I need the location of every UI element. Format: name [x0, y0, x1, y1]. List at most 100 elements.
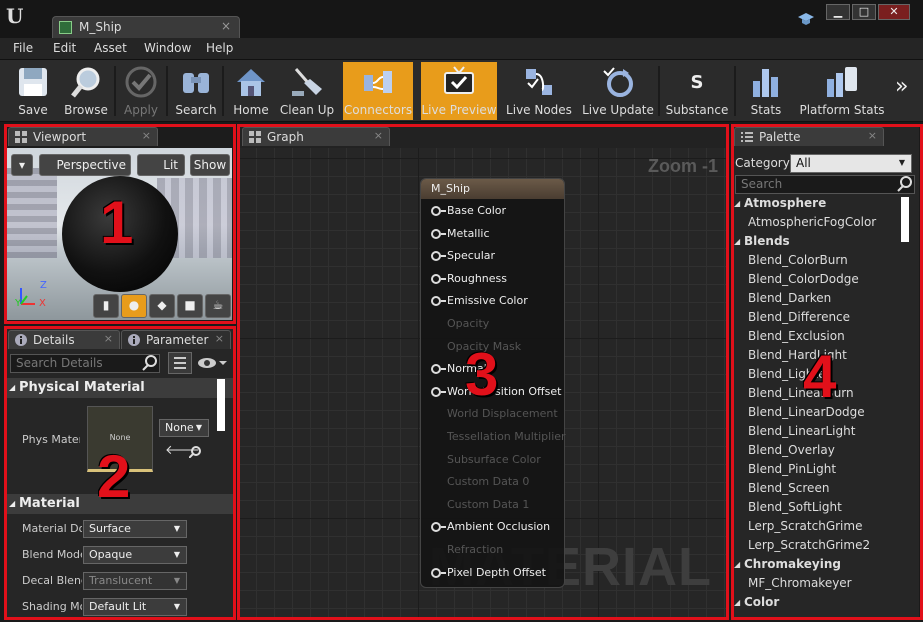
node-input-pin[interactable]: Metallic — [431, 224, 490, 244]
search-button[interactable]: Search — [172, 62, 220, 120]
shading-model-dropdown[interactable]: Default Lit ▼ — [83, 598, 187, 616]
toolbar-overflow-button[interactable]: » — [895, 74, 908, 99]
live-update-button[interactable]: Live Update — [582, 62, 654, 120]
palette-item[interactable]: Blend_Darken — [732, 289, 909, 308]
pin-connector-icon[interactable] — [431, 522, 446, 533]
pin-connector-icon[interactable] — [431, 296, 446, 307]
substance-button[interactable]: S Substance — [664, 62, 730, 120]
visibility-eye-icon[interactable] — [197, 355, 227, 371]
connectors-button[interactable]: Connectors — [343, 62, 413, 120]
close-icon[interactable]: × — [374, 129, 383, 142]
node-input-pin[interactable]: Roughness — [431, 269, 507, 289]
apply-button[interactable]: Apply — [118, 62, 164, 120]
pin-connector-icon[interactable] — [431, 567, 446, 578]
minimize-button[interactable]: ▁ — [826, 4, 850, 20]
menu-window[interactable]: Window — [144, 41, 191, 55]
sphere-preview-button[interactable]: ● — [121, 294, 147, 318]
palette-item[interactable]: Blend_Difference — [732, 308, 909, 327]
maximize-button[interactable]: □ — [852, 4, 876, 20]
menu-file[interactable]: File — [13, 41, 33, 55]
menu-edit[interactable]: Edit — [53, 41, 76, 55]
tab-viewport[interactable]: Viewport × — [8, 127, 158, 146]
palette-item[interactable]: Lerp_ScratchGrime — [732, 517, 909, 536]
collapse-icon[interactable]: ◢ — [734, 593, 740, 612]
collapse-icon[interactable]: ◢ — [734, 232, 740, 251]
menu-asset[interactable]: Asset — [94, 41, 127, 55]
tab-details[interactable]: Details × — [8, 330, 120, 349]
palette-item[interactable]: Blend_Exclusion — [732, 327, 909, 346]
clean-up-button[interactable]: Clean Up — [278, 62, 336, 120]
category-dropdown[interactable]: All ▼ — [790, 154, 912, 173]
palette-category[interactable]: ◢ Chromakeying — [732, 555, 909, 574]
palette-item[interactable]: MF_Chromakeyer — [732, 574, 909, 593]
phys-material-thumbnail[interactable]: None — [87, 406, 153, 472]
collapse-icon[interactable]: ◢ — [734, 555, 740, 574]
perspective-button[interactable]: Perspective — [39, 154, 131, 176]
node-input-pin[interactable]: Base Color — [431, 201, 506, 221]
palette-item[interactable]: Blend_HardLight — [732, 346, 909, 365]
blend-mode-dropdown[interactable]: Opaque ▼ — [83, 546, 187, 564]
plane-preview-button[interactable]: ◆ — [149, 294, 175, 318]
palette-category[interactable]: ◢ Atmosphere — [732, 194, 909, 213]
viewport-scene[interactable]: ▾ Perspective Lit Show Z X Y ▮ ● ◆ ■ ☕ — [7, 148, 232, 320]
close-window-button[interactable]: ✕ — [878, 4, 910, 20]
search-details-input[interactable]: Search Details — [10, 354, 160, 373]
browse-button[interactable]: Browse — [60, 62, 112, 120]
close-icon[interactable]: × — [215, 332, 224, 345]
tab-graph[interactable]: Graph × — [242, 127, 390, 146]
lit-button[interactable]: Lit — [137, 154, 185, 176]
cylinder-preview-button[interactable]: ▮ — [93, 294, 119, 318]
palette-category[interactable]: ◢ Blends — [732, 232, 909, 251]
palette-item[interactable]: Blend_LinearBurn — [732, 384, 909, 403]
palette-item[interactable]: Blend_Screen — [732, 479, 909, 498]
close-icon[interactable]: × — [142, 129, 151, 142]
palette-item[interactable]: Blend_LinearLight — [732, 422, 909, 441]
live-nodes-button[interactable]: Live Nodes — [504, 62, 574, 120]
palette-item[interactable]: Lerp_ScratchGrime2 — [732, 536, 909, 555]
material-section[interactable]: ◢ Material — [5, 494, 234, 514]
show-button[interactable]: Show — [190, 154, 230, 176]
close-icon[interactable]: × — [868, 129, 877, 142]
palette-item[interactable]: Blend_PinLight — [732, 460, 909, 479]
close-icon[interactable]: × — [104, 332, 113, 345]
pin-connector-icon[interactable] — [431, 364, 446, 375]
tab-palette[interactable]: Palette × — [734, 127, 884, 146]
pin-connector-icon[interactable] — [431, 206, 446, 216]
live-preview-button[interactable]: Live Preview — [421, 62, 497, 120]
home-button[interactable]: Home — [228, 62, 274, 120]
menu-help[interactable]: Help — [206, 41, 233, 55]
node-input-pin[interactable]: World Position Offset — [431, 382, 561, 402]
pin-connector-icon[interactable] — [431, 273, 446, 284]
pin-connector-icon[interactable] — [431, 386, 446, 397]
teapot-preview-button[interactable]: ☕ — [205, 294, 231, 318]
material-output-node[interactable]: M_Ship Base Color Metallic Specular Roughne… — [420, 178, 566, 588]
pin-connector-icon[interactable] — [431, 228, 446, 239]
node-input-pin[interactable]: Normal — [431, 359, 487, 379]
graduation-cap-icon[interactable] — [798, 12, 814, 26]
cube-preview-button[interactable]: ■ — [177, 294, 203, 318]
stats-button[interactable]: Stats — [740, 62, 792, 120]
node-input-pin[interactable]: Pixel Depth Offset — [431, 563, 546, 583]
document-tab[interactable]: M_Ship × — [52, 16, 240, 38]
node-input-pin[interactable]: Ambient Occlusion — [431, 517, 550, 537]
browse-asset-icon[interactable] — [188, 443, 201, 459]
palette-item[interactable]: Blend_SoftLight — [732, 498, 909, 517]
material-domain-dropdown[interactable]: Surface ▼ — [83, 520, 187, 538]
palette-scrollbar-thumb[interactable] — [901, 197, 909, 242]
palette-item[interactable]: Blend_LinearDodge — [732, 403, 909, 422]
pin-connector-icon[interactable] — [431, 251, 446, 262]
graph-canvas[interactable]: Zoom -1 MATERIAL M_Ship Base Color Metall… — [240, 148, 726, 618]
physical-material-section[interactable]: ◢ Physical Material — [5, 378, 234, 398]
node-input-pin[interactable]: Emissive Color — [431, 291, 528, 311]
platform-stats-button[interactable]: Platform Stats — [798, 62, 886, 120]
collapse-icon[interactable]: ◢ — [734, 194, 740, 213]
palette-item[interactable]: Blend_Lighten — [732, 365, 909, 384]
viewport-options-dropdown[interactable]: ▾ — [11, 154, 33, 176]
palette-category[interactable]: ◢ Color — [732, 593, 909, 612]
node-input-pin[interactable]: Specular — [431, 246, 495, 266]
save-button[interactable]: Save — [8, 62, 58, 120]
palette-item[interactable]: Blend_ColorDodge — [732, 270, 909, 289]
list-view-icon[interactable] — [168, 352, 192, 374]
close-tab-icon[interactable]: × — [221, 19, 231, 33]
palette-item[interactable]: Blend_Overlay — [732, 441, 909, 460]
